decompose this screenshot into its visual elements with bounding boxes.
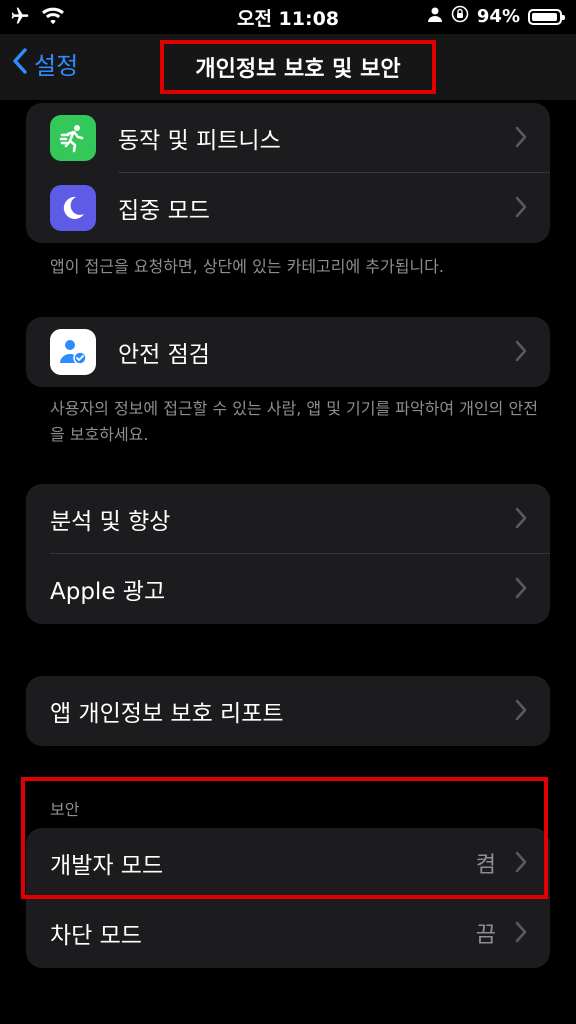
list-item-app-privacy-report[interactable]: 앱 개인정보 보호 리포트: [26, 676, 550, 746]
lockdown-mode-status: 끔: [475, 923, 496, 948]
privacy-report-group: 앱 개인정보 보호 리포트: [26, 676, 550, 746]
back-label: 설정: [34, 52, 79, 80]
status-bar: 오전 11:08 94%: [0, 0, 576, 34]
list-item-label: 동작 및 피트니스: [118, 128, 281, 154]
navigation-bar: 설정 개인정보 보호 및 보안: [0, 34, 576, 100]
list-item-label: 분석 및 향상: [50, 509, 171, 535]
list-item-focus[interactable]: 집중 모드: [26, 173, 550, 243]
chevron-right-icon: [515, 196, 527, 218]
list-item-analytics[interactable]: 분석 및 향상: [26, 484, 550, 554]
safety-footer: 사용자의 정보에 접근할 수 있는 사람, 앱 및 기기를 파악하여 개인의 안…: [50, 399, 538, 444]
page-title: 개인정보 보호 및 보안: [160, 40, 436, 94]
chevron-left-icon: [12, 47, 28, 81]
analytics-group: 분석 및 향상 Apple 광고: [26, 484, 550, 624]
highlight-box: [21, 777, 548, 899]
permissions-footer: 앱이 접근을 요청하면, 상단에 있는 카테고리에 추가됩니다.: [50, 257, 444, 276]
list-item-lockdown-mode[interactable]: 차단 모드 끔: [26, 898, 550, 968]
list-item-motion-fitness[interactable]: 동작 및 피트니스: [26, 103, 550, 173]
list-item-label: 차단 모드: [50, 923, 142, 949]
safety-check-icon: [50, 329, 96, 375]
safety-group: 안전 점검: [26, 317, 550, 387]
person-icon: [427, 6, 443, 27]
list-item-apple-ads[interactable]: Apple 광고: [26, 554, 550, 624]
battery-percent: 94%: [476, 6, 520, 27]
chevron-right-icon: [515, 340, 527, 362]
chevron-right-icon: [515, 577, 527, 599]
moon-icon: [50, 185, 96, 231]
list-item-label: Apple 광고: [50, 579, 166, 605]
list-item-label: 집중 모드: [118, 198, 210, 224]
chevron-right-icon: [515, 507, 527, 529]
chevron-right-icon: [515, 921, 527, 943]
chevron-right-icon: [515, 699, 527, 721]
list-item-label: 앱 개인정보 보호 리포트: [50, 701, 284, 727]
list-item-label: 안전 점검: [118, 342, 210, 368]
list-item-safety-check[interactable]: 안전 점검: [26, 317, 550, 387]
status-right: 94%: [427, 5, 565, 28]
permissions-group: 동작 및 피트니스 집중 모드: [26, 103, 550, 243]
back-button[interactable]: 설정: [12, 46, 78, 81]
battery-icon: [528, 8, 565, 25]
battery-fill: [532, 12, 557, 21]
orientation-lock-icon: [451, 5, 469, 28]
fitness-running-icon: [50, 115, 96, 161]
chevron-right-icon: [515, 126, 527, 148]
